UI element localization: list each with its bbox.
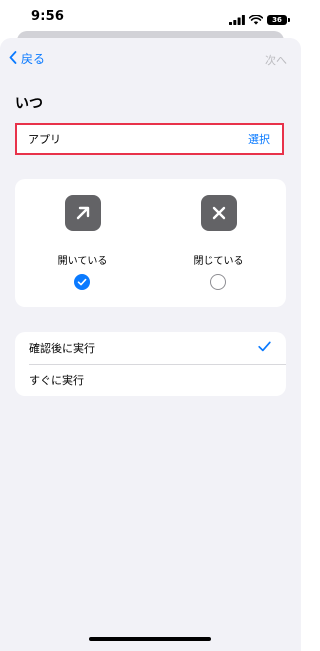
run-option-label: すぐに実行 <box>29 374 84 387</box>
arrow-up-right-icon <box>65 195 101 231</box>
radio-unchecked-icon[interactable] <box>210 274 226 290</box>
state-label-opened: 開いている <box>57 256 108 267</box>
app-select-row[interactable]: アプリ 選択 <box>15 123 284 155</box>
run-option-label: 確認後に実行 <box>29 342 95 355</box>
app-state-card: 開いている 閉じている <box>15 179 286 307</box>
select-app-link[interactable]: 選択 <box>248 131 270 147</box>
automation-sheet: 戻る 次へ いつ アプリ 選択 開いている 閉じている 確認後に実行 すぐに実行 <box>0 38 301 651</box>
chevron-left-icon <box>9 50 21 67</box>
status-time: 9:56 <box>31 9 65 24</box>
run-option-immediately[interactable]: すぐに実行 <box>15 364 286 396</box>
next-button[interactable]: 次へ <box>265 52 287 68</box>
back-button[interactable]: 戻る <box>9 50 45 67</box>
status-bar: 9:56 36 <box>0 0 301 32</box>
state-option-closed[interactable]: 閉じている <box>151 179 286 307</box>
checkmark-icon <box>258 341 271 355</box>
back-label: 戻る <box>21 52 46 66</box>
run-mode-list: 確認後に実行 すぐに実行 <box>15 332 286 396</box>
status-icons: 36 <box>229 10 290 29</box>
state-option-opened[interactable]: 開いている <box>15 179 150 307</box>
run-option-after-confirm[interactable]: 確認後に実行 <box>15 332 286 364</box>
cellular-signal-icon <box>229 10 245 29</box>
radio-checked-icon[interactable] <box>74 274 90 290</box>
xmark-icon <box>201 195 237 231</box>
state-label-closed: 閉じている <box>193 256 244 267</box>
section-title: いつ <box>15 96 43 112</box>
home-indicator <box>89 637 211 641</box>
battery-icon: 36 <box>267 14 290 25</box>
wifi-icon <box>248 10 264 29</box>
app-label: アプリ <box>28 133 61 146</box>
